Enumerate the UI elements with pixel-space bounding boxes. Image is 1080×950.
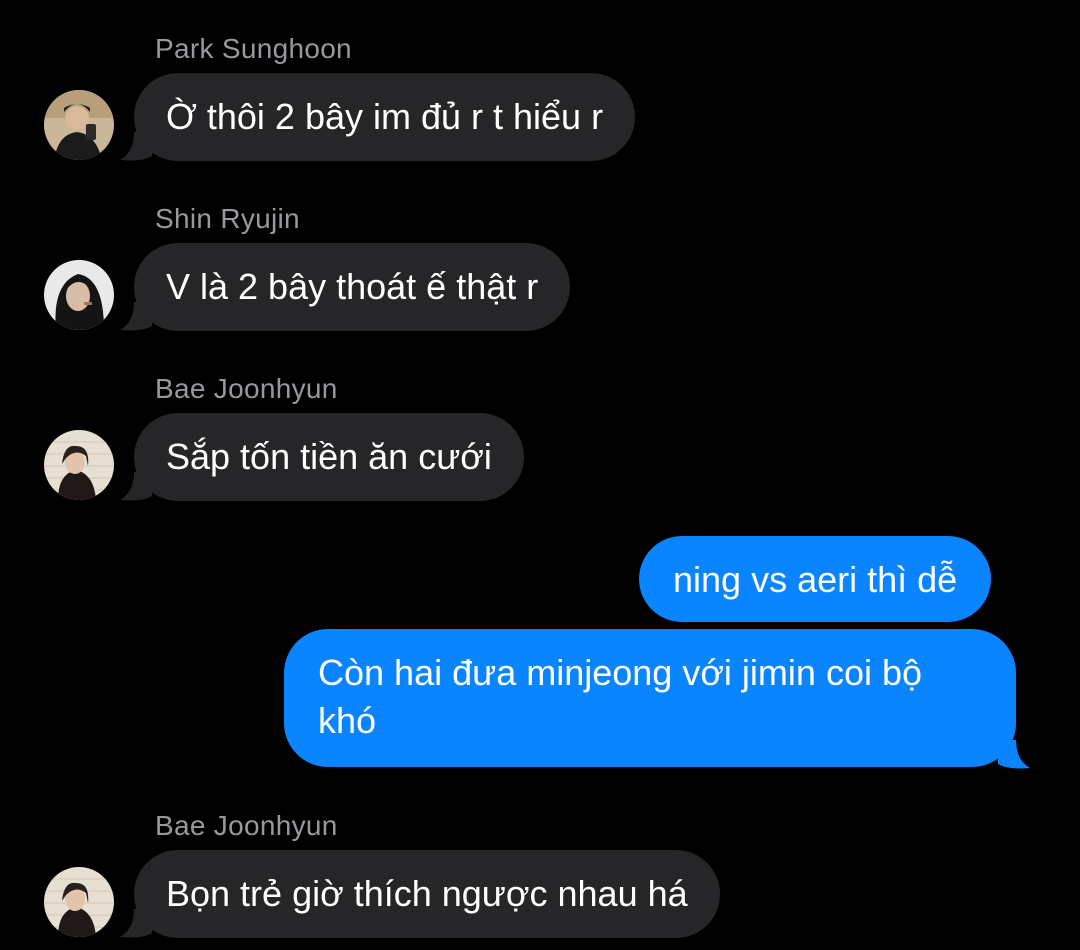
message-text-line: Còn hai đưa minjeong với jimin coi bộ xyxy=(318,652,923,693)
avatar[interactable] xyxy=(44,867,114,937)
avatar[interactable] xyxy=(44,260,114,330)
message-text: Bọn trẻ giờ thích ngược nhau há xyxy=(166,873,688,914)
avatar[interactable] xyxy=(44,430,114,500)
sender-name: Park Sunghoon xyxy=(155,33,352,64)
sender-name: Bae Joonhyun xyxy=(155,373,338,404)
message-bubble[interactable]: Bọn trẻ giờ thích ngược nhau há xyxy=(134,850,720,938)
message-bubble[interactable]: V là 2 bây thoát ế thật r xyxy=(134,243,571,331)
message-text: Sắp tốn tiền ăn cưới xyxy=(166,436,492,477)
message-text: ning vs aeri thì dễ xyxy=(673,559,958,600)
message-text-line: khó xyxy=(318,700,377,741)
sender-name: Shin Ryujin xyxy=(155,203,300,234)
message-bubble[interactable]: Sắp tốn tiền ăn cưới xyxy=(134,413,524,501)
message-bubble[interactable]: ning vs aeri thì dễ xyxy=(639,536,992,622)
avatar[interactable] xyxy=(44,90,114,160)
message-text: V là 2 bây thoát ế thật r xyxy=(166,266,539,307)
message-bubble[interactable]: Ờ thôi 2 bây im đủ r t hiểu r xyxy=(134,73,636,161)
message-text: Ờ thôi 2 bây im đủ r t hiểu r xyxy=(166,96,604,137)
sender-name: Bae Joonhyun xyxy=(155,810,338,841)
message-bubble[interactable]: Còn hai đưa minjeong với jimin coi bộ kh… xyxy=(284,629,1016,767)
